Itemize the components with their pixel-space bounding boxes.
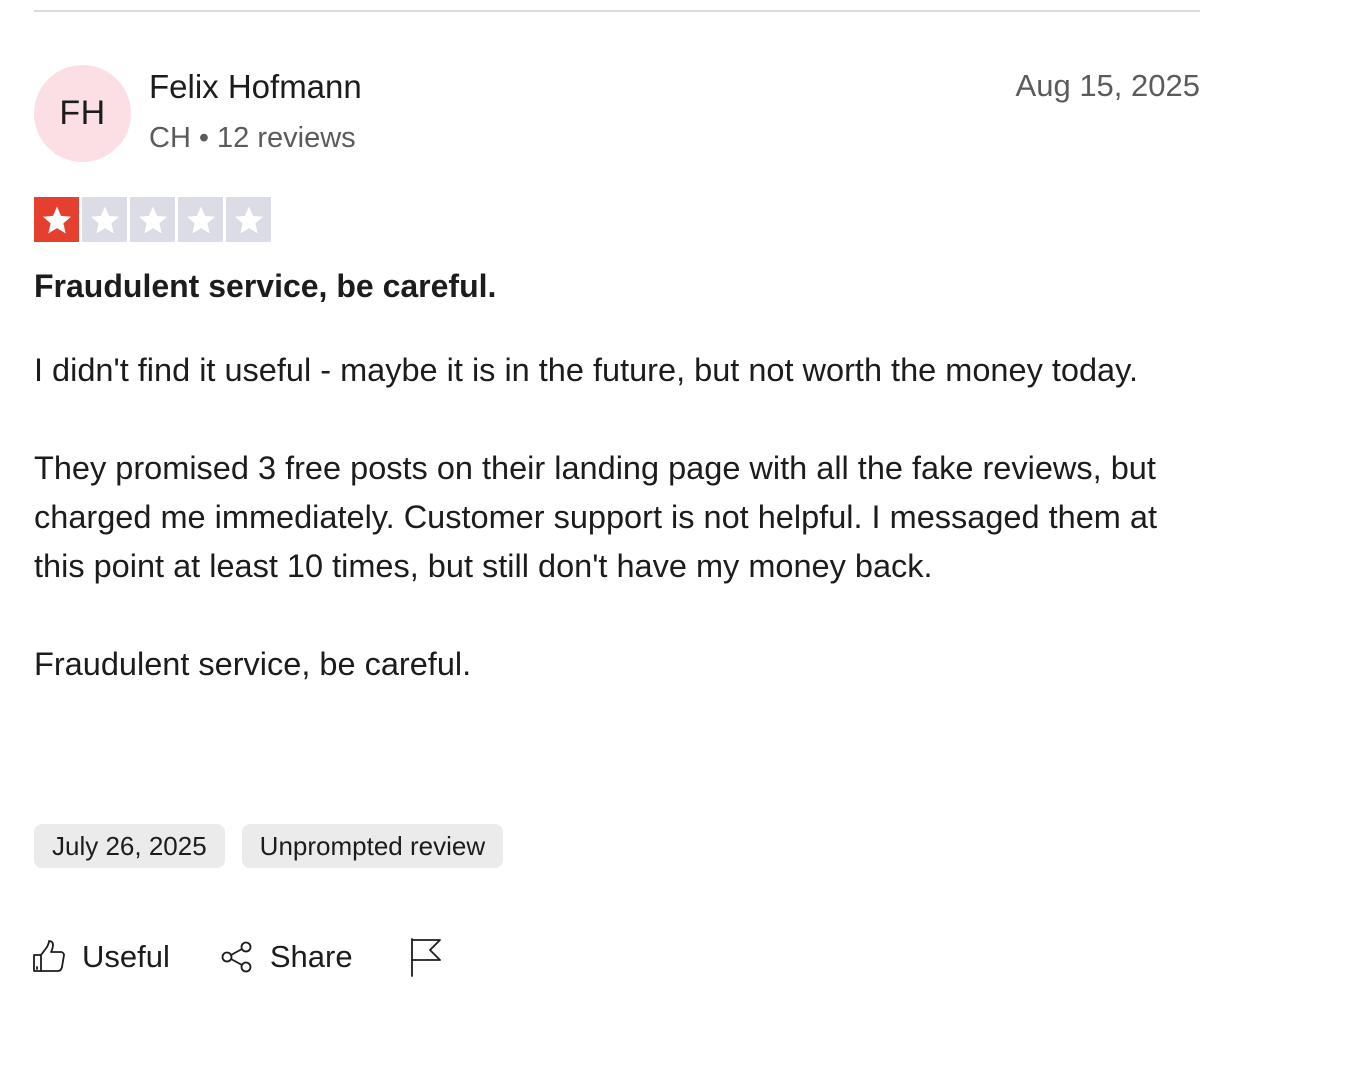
review-actions: Useful Share bbox=[32, 934, 442, 980]
share-icon bbox=[220, 940, 254, 974]
star-icon bbox=[82, 197, 127, 242]
avatar[interactable]: FH bbox=[34, 65, 131, 162]
share-label: Share bbox=[269, 939, 353, 974]
useful-button[interactable]: Useful bbox=[32, 939, 170, 975]
star-icon bbox=[34, 197, 79, 242]
experience-date-badge: July 26, 2025 bbox=[34, 824, 225, 868]
review-title[interactable]: Fraudulent service, be careful. bbox=[34, 268, 496, 305]
reviewer-country: CH bbox=[149, 122, 191, 154]
review-body: I didn't find it useful - maybe it is in… bbox=[34, 346, 1214, 689]
review-tags: July 26, 2025 Unprompted review bbox=[34, 824, 504, 868]
thumbs-up-icon bbox=[32, 940, 66, 974]
review-date: Aug 15, 2025 bbox=[1015, 68, 1200, 103]
meta-separator: • bbox=[198, 122, 210, 154]
share-button[interactable]: Share bbox=[220, 939, 353, 975]
star-rating bbox=[34, 197, 271, 242]
reviewer-review-count[interactable]: 12 reviews bbox=[217, 122, 356, 154]
report-button[interactable] bbox=[408, 937, 442, 977]
useful-label: Useful bbox=[82, 939, 170, 974]
star-icon bbox=[130, 197, 175, 242]
reviewer-name[interactable]: Felix Hofmann bbox=[149, 68, 362, 106]
review-paragraph: Fraudulent service, be careful. bbox=[34, 646, 472, 682]
review-paragraph: I didn't find it useful - maybe it is in… bbox=[34, 352, 1138, 388]
star-icon bbox=[178, 197, 223, 242]
avatar-initials: FH bbox=[59, 94, 106, 132]
unprompted-review-badge[interactable]: Unprompted review bbox=[241, 824, 504, 868]
star-icon bbox=[226, 197, 271, 242]
flag-icon bbox=[408, 937, 442, 977]
review-paragraph: They promised 3 free posts on their land… bbox=[34, 450, 1157, 584]
top-divider bbox=[34, 10, 1200, 12]
reviewer-meta: CH • 12 reviews bbox=[149, 122, 356, 155]
